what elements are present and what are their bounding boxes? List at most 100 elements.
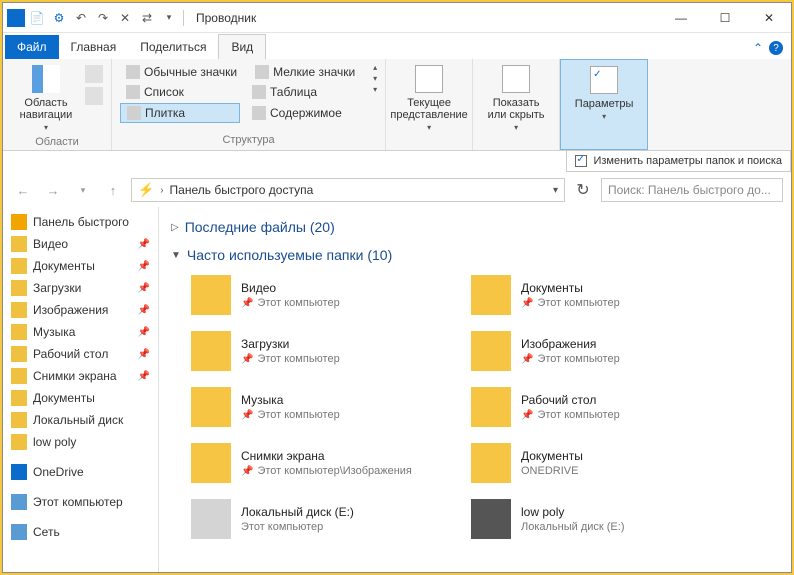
qat-properties-icon[interactable]: ⚙ (49, 8, 69, 28)
qat-redo-icon[interactable]: ↷ (93, 8, 113, 28)
folder-tile[interactable]: Локальный диск (E:) Этот компьютер (187, 495, 447, 543)
label: Плитка (145, 106, 185, 120)
address-bar[interactable]: ⚡ › Панель быстрого доступа ▾ (131, 178, 565, 202)
sidebar-item[interactable]: Изображения📌 (3, 299, 158, 321)
folder-location: 📌Этот компьютер (521, 409, 620, 421)
ribbon: Область навигации ▾ Области Обычные знач… (3, 59, 791, 151)
address-dropdown-icon[interactable]: ▾ (553, 185, 558, 196)
ribbon-group-options: ✓ Параметры ▾ (560, 59, 648, 150)
folder-icon (11, 346, 27, 362)
folder-location: Локальный диск (E:) (521, 521, 625, 533)
maximize-button[interactable]: ☐ (703, 4, 747, 32)
sidebar-item[interactable]: Загрузки📌 (3, 277, 158, 299)
section-recent-files[interactable]: ▷ Последние файлы (20) (171, 215, 779, 243)
qat-newfolder-icon[interactable]: 📄 (27, 8, 47, 28)
options-button[interactable]: ✓ Параметры ▾ (569, 64, 639, 123)
label: OneDrive (33, 465, 84, 479)
recent-dropdown[interactable]: ▾ (71, 178, 95, 202)
bolt-icon (11, 214, 27, 230)
folder-tile[interactable]: Документы ONEDRIVE (467, 439, 727, 487)
layout-content[interactable]: Содержимое (246, 103, 366, 123)
back-button[interactable]: ← (11, 178, 35, 202)
layout-list[interactable]: Список (120, 83, 240, 101)
close-button[interactable]: ✕ (747, 4, 791, 32)
gallery-down-icon[interactable]: ▾ (373, 74, 377, 83)
label: Сеть (33, 525, 60, 539)
folder-tile[interactable]: Видео 📌Этот компьютер (187, 271, 447, 319)
layout-normal-icons[interactable]: Обычные значки (120, 63, 243, 81)
current-view-button[interactable]: Текущее представление ▾ (394, 63, 464, 134)
sidebar-item[interactable]: Документы (3, 387, 158, 409)
minimize-button[interactable]: — (659, 4, 703, 32)
folder-location: 📌Этот компьютер (521, 297, 620, 309)
layout-tiles[interactable]: Плитка (120, 103, 240, 123)
tab-file[interactable]: Файл (5, 35, 59, 59)
folder-tile[interactable]: Изображения 📌Этот компьютер (467, 327, 727, 375)
folder-name: Рабочий стол (521, 393, 620, 407)
folder-tile[interactable]: low poly Локальный диск (E:) (467, 495, 727, 543)
folder-tile[interactable]: Документы 📌Этот компьютер (467, 271, 727, 319)
sidebar-thispc[interactable]: Этот компьютер (3, 491, 158, 513)
help-icon[interactable]: ? (769, 41, 783, 55)
folder-text: Снимки экрана 📌Этот компьютер\Изображени… (241, 449, 412, 477)
tab-home[interactable]: Главная (59, 35, 129, 59)
sidebar-onedrive[interactable]: OneDrive (3, 461, 158, 483)
folder-tile[interactable]: Снимки экрана 📌Этот компьютер\Изображени… (187, 439, 447, 487)
layout-table[interactable]: Таблица (246, 83, 366, 101)
window-title: Проводник (190, 11, 659, 25)
layout-small-icons[interactable]: Мелкие значки (249, 63, 369, 81)
folder-tile[interactable]: Рабочий стол 📌Этот компьютер (467, 383, 727, 431)
icon (127, 106, 141, 120)
folder-icon (471, 331, 511, 371)
pin-icon: 📌 (241, 354, 253, 365)
folder-tile[interactable]: Музыка 📌Этот компьютер (187, 383, 447, 431)
sidebar-item[interactable]: Снимки экрана📌 (3, 365, 158, 387)
expand-right-icon: ▷ (171, 222, 179, 233)
navigation-pane-button[interactable]: Область навигации ▾ (11, 63, 81, 134)
tab-share[interactable]: Поделиться (128, 35, 218, 59)
tab-view[interactable]: Вид (218, 34, 266, 59)
folder-tile[interactable]: Загрузки 📌Этот компьютер (187, 327, 447, 375)
refresh-button[interactable]: ↻ (571, 178, 595, 202)
sidebar-item[interactable]: Документы📌 (3, 255, 158, 277)
ribbon-collapse-icon[interactable]: ⌃ (753, 41, 763, 55)
section-frequent-folders[interactable]: ▼ Часто используемые папки (10) (171, 243, 779, 271)
sidebar-item[interactable]: Локальный диск (3, 409, 158, 431)
qat-delete-icon[interactable]: ✕ (115, 8, 135, 28)
folder-location: 📌Этот компьютер (241, 297, 340, 309)
sidebar-item[interactable]: Рабочий стол📌 (3, 343, 158, 365)
pane-small-buttons (85, 63, 103, 105)
folder-icon (11, 368, 27, 384)
gallery-up-icon[interactable]: ▴ (373, 63, 377, 72)
forward-button[interactable]: → (41, 178, 65, 202)
gallery-more-icon[interactable]: ▾ (373, 85, 377, 94)
sidebar-item[interactable]: Видео📌 (3, 233, 158, 255)
pin-icon: 📌 (138, 261, 150, 272)
preview-pane-button[interactable] (85, 65, 103, 83)
label: Этот компьютер (33, 495, 123, 509)
navpane-label: Область навигации (20, 97, 73, 121)
details-pane-button[interactable] (85, 87, 103, 105)
show-hide-button[interactable]: Показать или скрыть ▾ (481, 63, 551, 134)
sidebar-item[interactable]: Музыка📌 (3, 321, 158, 343)
options-tooltip: Изменить параметры папок и поиска (566, 150, 791, 172)
folder-name: Изображения (521, 337, 620, 351)
sidebar-quickaccess[interactable]: Панель быстрого (3, 211, 158, 233)
qat-rename-icon[interactable]: ⇄ (137, 8, 157, 28)
sidebar-item[interactable]: low poly (3, 431, 158, 453)
search-box[interactable]: Поиск: Панель быстрого до... (601, 178, 783, 202)
label: Текущее представление (390, 97, 467, 121)
up-button[interactable]: ↑ (101, 178, 125, 202)
sidebar-network[interactable]: Сеть (3, 521, 158, 543)
folder-text: Рабочий стол 📌Этот компьютер (521, 393, 620, 421)
icon (255, 65, 269, 79)
pin-icon: 📌 (521, 354, 533, 365)
folder-icon (471, 443, 511, 483)
address-path: Панель быстрого доступа (170, 183, 314, 197)
label: Обычные значки (144, 65, 237, 79)
qat-app-icon[interactable] (7, 9, 25, 27)
qat-undo-icon[interactable]: ↶ (71, 8, 91, 28)
qat-dropdown-icon[interactable]: ▾ (159, 8, 179, 28)
qat-separator (183, 10, 184, 26)
layout-scroll: ▴ ▾ ▾ (373, 63, 377, 94)
